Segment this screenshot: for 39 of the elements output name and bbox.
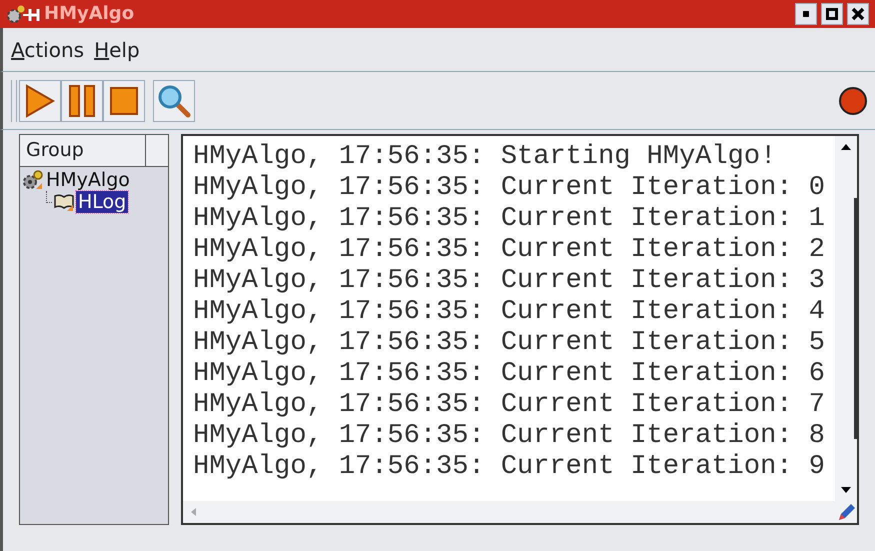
log-line: HMyAlgo, 17:56:35: Starting HMyAlgo!: [193, 142, 778, 173]
header-filler: [146, 135, 168, 166]
log-line: HMyAlgo, 17:56:35: Current Iteration: 9: [193, 452, 826, 483]
gear-icon: [6, 4, 40, 24]
log-line: HMyAlgo, 17:56:35: Current Iteration: 4: [193, 297, 826, 328]
horizontal-scrollbar[interactable]: [183, 501, 857, 523]
gear-icon: [22, 169, 44, 191]
stop-icon: [109, 86, 139, 116]
log-line: HMyAlgo, 17:56:35: Current Iteration: 7: [193, 390, 826, 421]
log-line: HMyAlgo, 17:56:35: Current Iteration: 2: [193, 235, 826, 266]
left-arrow-icon: [191, 508, 196, 516]
log-line: HMyAlgo, 17:56:35: Current Iteration: 8: [193, 421, 826, 452]
tree-item[interactable]: HMyAlgo: [45, 169, 131, 191]
tree-item[interactable]: HLog: [76, 191, 128, 213]
close-icon: [851, 7, 865, 21]
log-line: HMyAlgo, 17:56:35: Current Iteration: 6: [193, 359, 826, 390]
book-icon: [53, 192, 75, 212]
log-line: HMyAlgo, 17:56:35: Current Iteration: 3: [193, 266, 826, 297]
up-arrow-icon: [841, 144, 851, 150]
search-icon: [157, 84, 191, 118]
menu-item[interactable]: Help: [94, 34, 140, 64]
pause-icon: [68, 84, 96, 118]
play-icon: [25, 84, 55, 118]
scrollbar-thumb[interactable]: [854, 198, 857, 439]
menu-item[interactable]: Actions: [11, 34, 84, 64]
down-arrow-icon: [841, 487, 851, 493]
window-title: HMyAlgo: [44, 4, 134, 24]
log-line: HMyAlgo, 17:56:35: Current Iteration: 1: [193, 204, 826, 235]
search-button[interactable]: [153, 80, 195, 122]
close-button[interactable]: [847, 3, 869, 25]
play-button[interactable]: [19, 80, 61, 122]
vertical-scrollbar[interactable]: [835, 136, 857, 501]
maximize-button[interactable]: [821, 3, 843, 25]
column-header[interactable]: Group: [20, 135, 146, 166]
log-line: HMyAlgo, 17:56:35: Current Iteration: 0: [193, 173, 826, 204]
minimize-button[interactable]: [795, 3, 817, 25]
stop-button[interactable]: [103, 80, 145, 122]
log-line: HMyAlgo, 17:56:35: Current Iteration: 5: [193, 328, 826, 359]
pause-button[interactable]: [61, 80, 103, 122]
